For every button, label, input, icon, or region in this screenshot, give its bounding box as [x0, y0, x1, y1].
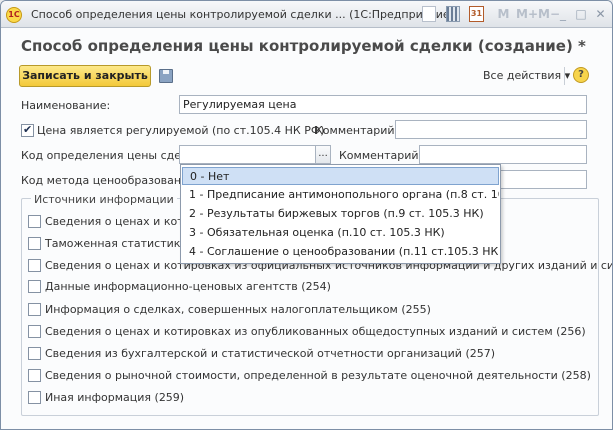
app-logo-icon: 1С — [6, 7, 22, 23]
help-icon[interactable]: ? — [573, 67, 589, 83]
comment-field[interactable] — [395, 120, 587, 139]
source-checkbox[interactable] — [28, 215, 41, 228]
source-label: Сведения из бухгалтерской и статистическ… — [45, 347, 496, 360]
calculator-icon[interactable] — [446, 6, 460, 22]
window-title: Способ определения цены контролируемой с… — [31, 8, 454, 21]
price-method-code-label: Код определения цены сделки: — [21, 149, 206, 162]
price-method-dropdown: 0 - Нет 1 - Предписание антимонопольного… — [180, 164, 501, 264]
select-button[interactable]: ... — [315, 145, 331, 164]
comment-label: Комментарий: — [315, 124, 399, 137]
save-icon[interactable] — [159, 69, 173, 83]
comment2-field[interactable] — [419, 145, 587, 164]
regulated-price-checkbox[interactable] — [21, 123, 34, 137]
document-icon[interactable] — [422, 6, 436, 22]
form-heading: Способ определения цены контролируемой с… — [21, 37, 586, 55]
source-checkbox[interactable] — [28, 303, 41, 316]
memory-button[interactable]: M — [497, 6, 510, 23]
source-label: Данные информационно-ценовых агентств (2… — [45, 280, 331, 293]
source-checkbox[interactable] — [28, 391, 41, 404]
source-label: Иная информация (259) — [45, 391, 185, 404]
source-label: Сведения о рыночной стоимости, определен… — [45, 369, 591, 382]
source-checkbox[interactable] — [28, 280, 41, 293]
memory-minus-button[interactable]: M− — [538, 6, 560, 23]
source-label: Информация о сделках, совершенных налого… — [45, 303, 431, 316]
minimize-icon[interactable]: _ — [557, 6, 569, 23]
source-checkbox[interactable] — [28, 325, 41, 338]
close-icon[interactable]: ✕ — [594, 6, 607, 23]
calendar-icon[interactable]: 31 — [469, 6, 484, 22]
source-label: Сведения о ценах и котировках из опублик… — [45, 325, 586, 338]
memory-plus-button[interactable]: M+ — [516, 6, 538, 23]
dropdown-option[interactable]: 4 - Соглашение о ценообразовании (п.11 с… — [182, 243, 499, 261]
all-actions-menu[interactable]: Все действия ▾ — [483, 69, 570, 82]
source-checkbox[interactable] — [28, 237, 41, 250]
pricing-method-label: Код метода ценообразования: — [21, 174, 199, 187]
source-checkbox[interactable] — [28, 369, 41, 382]
source-checkbox[interactable] — [28, 259, 41, 272]
price-method-code-field[interactable] — [179, 145, 316, 164]
source-checkbox[interactable] — [28, 347, 41, 360]
save-and-close-button[interactable]: Записать и закрыть — [19, 65, 151, 87]
app-window: 1С Способ определения цены контролируемо… — [0, 0, 613, 430]
dropdown-option[interactable]: 0 - Нет — [182, 167, 499, 185]
form-toolbar: Записать и закрыть Все действия ▾ ? — [1, 65, 612, 91]
information-sources-title: Источники информации — [31, 193, 177, 206]
title-bar: 1С Способ определения цены контролируемо… — [1, 1, 612, 28]
maximize-icon[interactable]: □ — [575, 6, 587, 23]
comment2-label: Комментарий: — [339, 149, 423, 162]
name-field[interactable]: Регулируемая цена — [179, 95, 587, 114]
dropdown-option[interactable]: 1 - Предписание антимонопольного органа … — [182, 186, 499, 204]
toolbar-divider — [564, 67, 565, 85]
regulated-price-label: Цена является регулируемой (по ст.105.4 … — [37, 124, 325, 137]
name-label: Наименование: — [21, 99, 111, 112]
pricing-method-field[interactable] — [499, 170, 587, 189]
dropdown-option[interactable]: 2 - Результаты биржевых торгов (п.9 ст. … — [182, 205, 499, 223]
dropdown-option[interactable]: 3 - Обязательная оценка (п.10 ст. 105.3 … — [182, 224, 499, 242]
